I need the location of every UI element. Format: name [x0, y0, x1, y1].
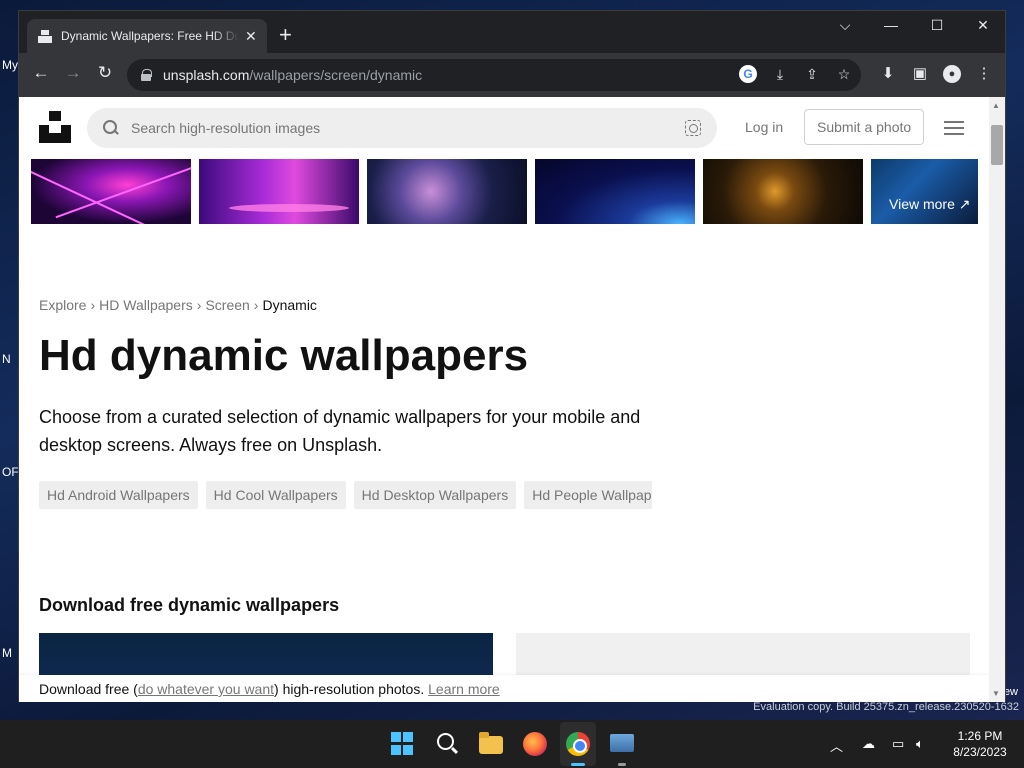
- desktop-icon-label[interactable]: My: [2, 58, 18, 72]
- url-path: /wallpapers/screen/dynamic: [249, 67, 423, 83]
- wallpaper-thumbnail[interactable]: [199, 159, 359, 224]
- search-input[interactable]: [131, 120, 651, 136]
- banner-text: ) high-resolution photos.: [274, 681, 429, 697]
- tag-hd-cool-wallpapers[interactable]: Hd Cool Wallpapers: [205, 481, 346, 509]
- evaluation-watermark: Evaluation copy. Build 25375.zn_release.…: [753, 701, 1019, 713]
- license-link[interactable]: do whatever you want: [138, 681, 274, 697]
- related-tags: Hd Android Wallpapers Hd Cool Wallpapers H…: [39, 481, 652, 509]
- wallpaper-thumbnail[interactable]: [535, 159, 695, 224]
- remote-desktop-icon[interactable]: [610, 734, 634, 752]
- bookmark-star-icon[interactable]: ☆: [835, 65, 853, 83]
- reload-icon[interactable]: ↻: [93, 63, 117, 83]
- view-more-thumbnail[interactable]: View more ↗: [871, 159, 978, 224]
- page-viewport: Log in Submit a photo View more ↗ Explor…: [19, 97, 1005, 702]
- google-lens-icon[interactable]: G: [739, 65, 757, 83]
- page-description: Choose from a curated selection of dynam…: [39, 407, 641, 455]
- close-tab-icon[interactable]: ✕: [245, 28, 257, 45]
- section-title: Download free dynamic wallpapers: [39, 595, 340, 615]
- breadcrumb-separator: ›: [253, 297, 259, 313]
- share-icon[interactable]: ⇪: [803, 65, 821, 83]
- forward-icon[interactable]: →: [61, 63, 85, 83]
- license-banner: Download free (do whatever you want) hig…: [19, 675, 989, 702]
- lock-icon[interactable]: [141, 69, 152, 81]
- minimize-button[interactable]: —: [875, 17, 907, 33]
- desktop-icon-label[interactable]: ew: [1004, 686, 1018, 698]
- unsplash-logo-icon[interactable]: [39, 111, 71, 143]
- browser-toolbar: ← → ↻ unsplash.com/wallpapers/screen/dyn…: [19, 53, 1005, 97]
- wallpaper-thumbnail-strip: View more ↗: [31, 159, 981, 224]
- file-explorer-icon[interactable]: [479, 732, 503, 754]
- wallpaper-thumbnail[interactable]: [703, 159, 863, 224]
- search-bar: [87, 108, 717, 148]
- clock-time: 1:26 PM: [957, 729, 1003, 743]
- scroll-down-icon[interactable]: ▼: [992, 689, 1000, 698]
- desktop-icon-label[interactable]: M: [2, 646, 12, 660]
- visual-search-icon[interactable]: [685, 120, 701, 136]
- tray-chevron-icon[interactable]: ︿: [830, 736, 843, 755]
- scrollbar-thumb[interactable]: [991, 125, 1003, 165]
- active-app-indicator: [571, 763, 585, 766]
- page-title: Hd dynamic wallpapers: [39, 331, 529, 380]
- downloads-icon[interactable]: ⬇: [879, 65, 897, 83]
- tag-hd-desktop-wallpapers[interactable]: Hd Desktop Wallpapers: [353, 481, 517, 509]
- tab-title: Dynamic Wallpapers: Free HD Download [50…: [61, 29, 239, 43]
- learn-more-link[interactable]: Learn more: [428, 681, 500, 697]
- submit-photo-button[interactable]: Submit a photo: [804, 109, 925, 145]
- breadcrumb-item-hd-wallpapers[interactable]: HD Wallpapers: [99, 297, 193, 313]
- breadcrumb-separator: ›: [90, 297, 96, 313]
- breadcrumb: Explore › HD Wallpapers › Screen › Dynamic: [39, 297, 317, 313]
- login-link[interactable]: Log in: [745, 119, 783, 135]
- new-tab-button[interactable]: +: [279, 23, 292, 47]
- tag-hd-people-wallpapers[interactable]: Hd People Wallpapers: [524, 481, 652, 509]
- install-app-icon[interactable]: ⤓: [771, 65, 789, 83]
- toolbar-actions: ⬇ ▣ ● ⋮: [879, 65, 993, 83]
- breadcrumb-separator: ›: [196, 297, 202, 313]
- address-bar-actions: G ⤓ ⇪ ☆: [739, 65, 853, 83]
- page-scrollbar[interactable]: ▲ ▼: [989, 97, 1005, 702]
- more-menu-icon[interactable]: ⋮: [975, 65, 993, 83]
- network-icon[interactable]: ▭: [892, 736, 904, 752]
- breadcrumb-item-dynamic: Dynamic: [262, 297, 317, 313]
- address-bar[interactable]: unsplash.com/wallpapers/screen/dynamic G…: [127, 59, 861, 91]
- close-window-button[interactable]: ✕: [967, 17, 999, 34]
- volume-icon[interactable]: 🔈︎: [916, 736, 924, 752]
- scroll-up-icon[interactable]: ▲: [992, 101, 1000, 110]
- view-more-link[interactable]: View more ↗: [889, 196, 971, 213]
- banner-text: Download free (: [39, 681, 138, 697]
- tab-search-dropdown-icon[interactable]: ⌵: [829, 17, 861, 34]
- taskbar-clock[interactable]: 1:26 PM 8/23/2023: [940, 728, 1020, 760]
- chrome-icon[interactable]: [566, 732, 590, 756]
- firefox-icon[interactable]: [523, 732, 547, 756]
- desktop-icon-label[interactable]: N: [2, 352, 11, 366]
- maximize-button[interactable]: ☐: [921, 17, 953, 34]
- unsplash-favicon-icon: [37, 28, 53, 44]
- url-host: unsplash.com: [163, 67, 250, 83]
- profile-avatar-icon[interactable]: ●: [943, 65, 961, 83]
- back-icon[interactable]: ←: [29, 63, 53, 83]
- search-icon[interactable]: [103, 120, 119, 136]
- start-windows-icon[interactable]: [391, 732, 415, 756]
- tag-hd-android-wallpapers[interactable]: Hd Android Wallpapers: [39, 481, 198, 509]
- unsplash-header: Log in Submit a photo: [19, 97, 989, 159]
- breadcrumb-item-explore[interactable]: Explore: [39, 297, 86, 313]
- side-panel-icon[interactable]: ▣: [911, 65, 929, 83]
- wallpaper-thumbnail[interactable]: [367, 159, 527, 224]
- browser-tab[interactable]: Dynamic Wallpapers: Free HD Download [50…: [27, 19, 267, 53]
- taskbar-search-icon[interactable]: [436, 732, 456, 752]
- hamburger-menu-icon[interactable]: [944, 121, 964, 135]
- tab-strip: Dynamic Wallpapers: Free HD Download [50…: [19, 11, 1005, 53]
- clock-date: 8/23/2023: [953, 745, 1007, 759]
- desktop-icon-label[interactable]: OF: [2, 465, 19, 479]
- browser-window: Dynamic Wallpapers: Free HD Download [50…: [18, 10, 1006, 702]
- app-running-indicator: [618, 763, 626, 766]
- taskbar: ︿ ☁ ▭ 🔈︎ 1:26 PM 8/23/2023: [0, 720, 1024, 768]
- cloud-offline-icon[interactable]: ☁: [862, 736, 875, 752]
- breadcrumb-item-screen[interactable]: Screen: [205, 297, 249, 313]
- wallpaper-thumbnail[interactable]: [31, 159, 191, 224]
